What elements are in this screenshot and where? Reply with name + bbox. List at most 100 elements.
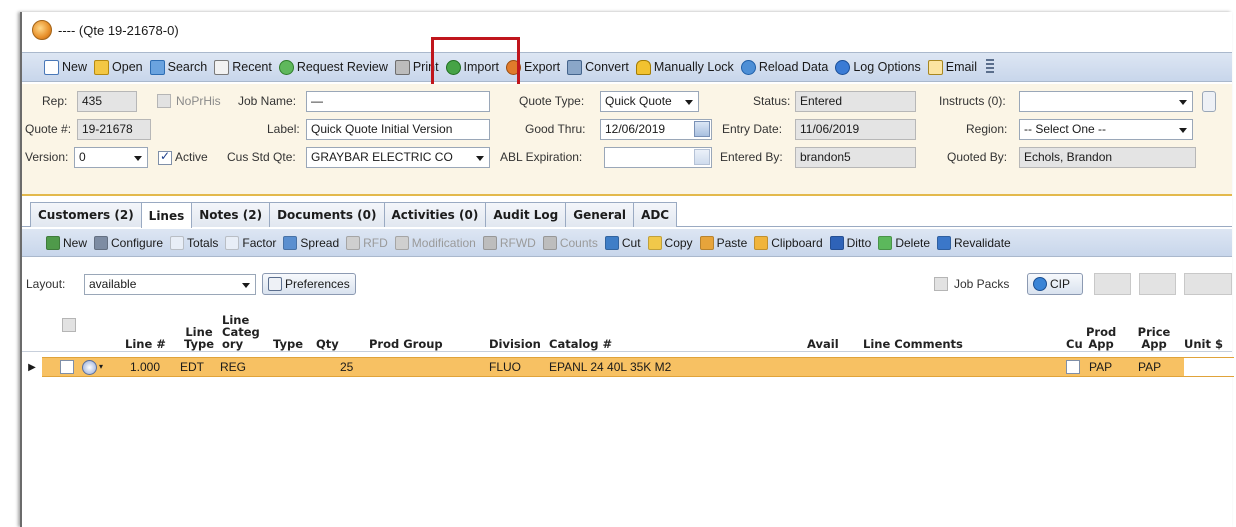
col-catalog[interactable]: Catalog # [549,338,612,350]
lines-totals-button[interactable]: Totals [170,235,218,250]
preferences-button[interactable]: Preferences [262,273,356,295]
select-all-checkbox[interactable] [62,318,76,332]
search-icon [149,59,165,75]
lines-modification-button[interactable]: Modification [394,235,476,250]
delete-icon [878,235,893,250]
label-label: Label: [267,122,300,136]
request-review-button[interactable]: Request Review [278,59,388,75]
row-checkbox[interactable] [60,360,74,374]
layout-select[interactable]: available [84,274,256,295]
row-cu-checkbox[interactable] [1066,360,1080,374]
grid-header: Line # Line Type Line Categ ory Type Qty… [22,302,1232,352]
import-button[interactable]: Import [445,59,499,75]
tab-audit-log[interactable]: Audit Log [485,202,567,227]
label-field[interactable]: Quick Quote Initial Version [306,119,490,140]
recent-button[interactable]: Recent [214,59,272,75]
entrydate-field: 11/06/2019 [795,119,916,140]
lines-toolbar-label: RFWD [499,235,536,250]
lines-revalidate-button[interactable]: Revalidate [937,235,1011,250]
active-checkbox[interactable] [158,149,172,165]
ditto-icon [829,235,844,250]
lines-counts-button[interactable]: Counts [542,235,598,250]
toolbar-overflow-icon[interactable] [986,59,994,75]
open-button[interactable]: Open [94,59,143,75]
print-button[interactable]: Print [394,59,439,75]
instructs-select[interactable] [1019,91,1193,112]
email-button[interactable]: Email [927,59,977,75]
tab-adc[interactable]: ADC [633,202,678,227]
cell-line-type[interactable]: EDT [180,360,204,374]
cell-division[interactable]: FLUO [489,360,521,374]
jobname-field[interactable]: — [306,91,490,112]
tab-notes[interactable]: Notes (2) [191,202,271,227]
version-select[interactable]: 0 [74,147,148,168]
col-division[interactable]: Division [489,338,541,350]
noprhis-checkbox[interactable] [157,94,171,108]
lines-rfwd-button[interactable]: RFWD [482,235,536,250]
blank-button-3[interactable] [1184,273,1232,295]
lines-new-button[interactable]: New [46,235,87,250]
lines-configure-button[interactable]: Configure [94,235,163,250]
table-row[interactable]: ▾ 1.000 EDT REG 25 FLUO EPANL 24 40L 35K… [42,357,1234,377]
lines-rfd-button[interactable]: RFD [346,235,388,250]
cell-price-app[interactable]: PAP [1138,360,1161,374]
col-line-comments[interactable]: Line Comments [863,338,963,350]
col-type[interactable]: Type [273,338,303,350]
jobpacks-label: Job Packs [954,277,1010,291]
toolbar-button-label: Open [112,60,143,74]
manually-lock-button[interactable]: Manually Lock [635,59,734,75]
search-button[interactable]: Search [149,59,207,75]
tab-documents[interactable]: Documents (0) [269,202,385,227]
preferences-label: Preferences [285,277,350,291]
quotetype-select[interactable]: Quick Quote [600,91,699,112]
cell-line-category[interactable]: REG [220,360,246,374]
new-button[interactable]: New [44,59,87,75]
lines-cut-button[interactable]: Cut [604,235,641,250]
lines-paste-button[interactable]: Paste [699,235,747,250]
reload-data-button[interactable]: Reload Data [740,59,828,75]
cip-button[interactable]: CIP [1027,273,1083,295]
toolbar-button-label: Import [463,60,499,74]
enteredby-label: Entered By: [720,150,783,164]
lines-spread-button[interactable]: Spread [283,235,339,250]
col-cu[interactable]: Cu [1066,338,1083,350]
convert-button[interactable]: Convert [567,59,629,75]
col-prod-group[interactable]: Prod Group [369,338,443,350]
chevron-down-icon[interactable]: ▾ [99,362,103,371]
cell-catalog[interactable]: EPANL 24 40L 35K M2 [549,360,671,374]
export-button[interactable]: Export [505,59,560,75]
lines-copy-button[interactable]: Copy [647,235,693,250]
cusstd-select[interactable]: GRAYBAR ELECTRIC CO [306,147,490,168]
lines-clipboard-button[interactable]: Clipboard [754,235,823,250]
cell-prod-app[interactable]: PAP [1089,360,1112,374]
col-avail[interactable]: Avail [807,338,839,350]
tab-lines[interactable]: Lines [140,202,193,228]
lines-ditto-button[interactable]: Ditto [829,235,871,250]
blank-button-1[interactable] [1094,273,1131,295]
printer-icon [394,59,410,75]
log-options-button[interactable]: Log Options [835,59,921,75]
jobpacks-checkbox[interactable] [934,277,948,291]
lines-delete-button[interactable]: Delete [878,235,930,250]
cell-line-number[interactable]: 1.000 [130,360,160,374]
instructs-expand-button[interactable] [1202,91,1216,112]
tab-general[interactable]: General [565,202,635,227]
col-line-number[interactable]: Line # [125,338,166,350]
tab-activities[interactable]: Activities (0) [383,202,487,227]
col-prod-app[interactable]: Prod App [1086,326,1116,350]
calendar-icon[interactable] [694,121,710,137]
region-select[interactable]: -- Select One -- [1019,119,1193,140]
blank-button-2[interactable] [1139,273,1176,295]
col-price-app[interactable]: Price App [1136,326,1172,350]
calendar-icon[interactable] [694,149,710,165]
lines-factor-button[interactable]: Factor [225,235,276,250]
col-line-type[interactable]: Line Type [182,326,216,350]
col-qty[interactable]: Qty [316,338,339,350]
toolbar-button-label: Convert [585,60,629,74]
col-line-category[interactable]: Line Categ ory [222,314,260,350]
row-options-icon[interactable] [82,360,97,375]
col-unit-price[interactable]: Unit $ [1184,338,1232,350]
cell-qty[interactable]: 25 [340,360,353,374]
tab-customers[interactable]: Customers (2) [30,202,142,227]
cell-unit-price[interactable] [1184,358,1234,376]
